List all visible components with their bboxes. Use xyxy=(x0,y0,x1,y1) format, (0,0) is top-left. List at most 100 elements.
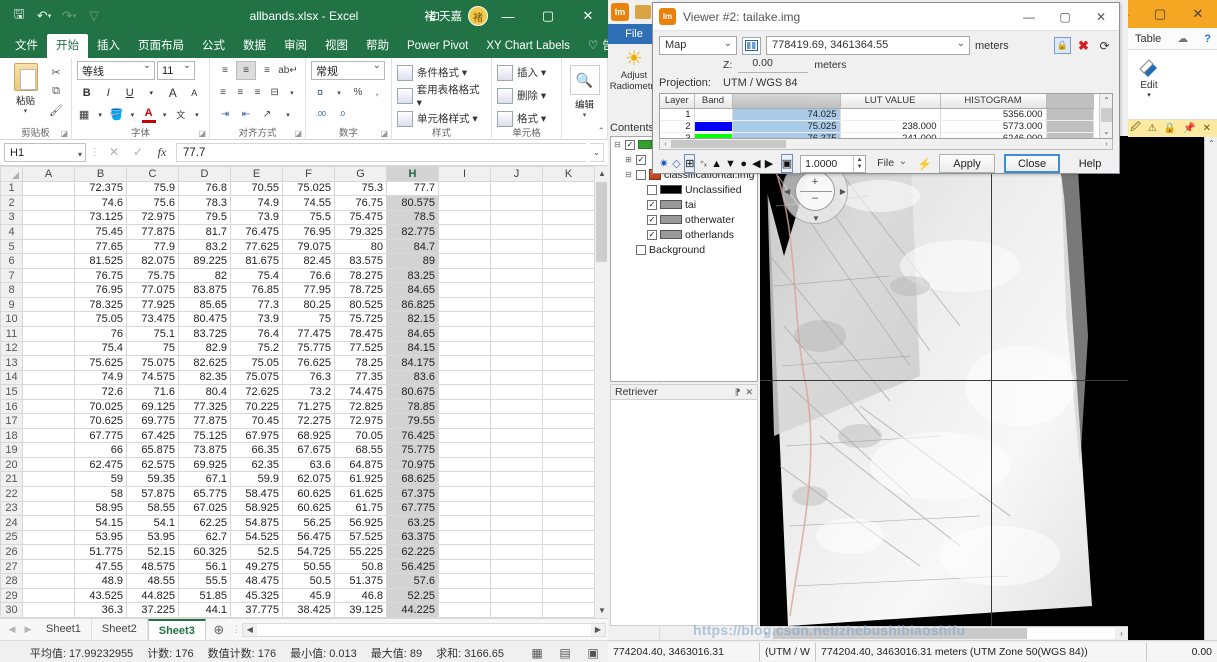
grid-cell[interactable] xyxy=(23,239,75,254)
grid-cell[interactable]: 62.575 xyxy=(127,457,179,472)
grid-cell[interactable] xyxy=(491,268,543,283)
bg-tab-table[interactable]: Table xyxy=(1135,33,1161,45)
grid-cell[interactable]: 82.35 xyxy=(179,370,231,385)
row-header-21[interactable]: 21 xyxy=(1,472,23,487)
left-triangle-icon[interactable]: ◀ xyxy=(752,154,762,173)
grid-cell[interactable]: 66.35 xyxy=(231,443,283,458)
viewport-scroll-right-icon[interactable]: › xyxy=(1115,629,1128,638)
row-header-7[interactable]: 7 xyxy=(1,268,23,283)
table-row[interactable]: 776.7575.758275.476.678.27583.25 xyxy=(1,268,595,283)
tab-review[interactable]: 审阅 xyxy=(275,34,316,58)
grid-cell[interactable]: 56.1 xyxy=(179,559,231,574)
grid-cell[interactable] xyxy=(491,530,543,545)
grid-cell[interactable]: 68.925 xyxy=(283,428,335,443)
grid-cell[interactable]: 58.475 xyxy=(231,487,283,502)
grid-cell[interactable]: 35.25 xyxy=(283,617,335,618)
grid-cell[interactable]: 77.525 xyxy=(335,341,387,356)
grid-cell[interactable] xyxy=(23,603,75,618)
grid-cell[interactable]: 54.15 xyxy=(75,516,127,531)
grid-cell[interactable]: 56.425 xyxy=(387,559,439,574)
grid-cell[interactable] xyxy=(23,399,75,414)
grid-cell[interactable] xyxy=(491,327,543,342)
increase-font-button[interactable]: A xyxy=(163,83,183,102)
row-header-17[interactable]: 17 xyxy=(1,414,23,429)
grid-cell[interactable]: 82 xyxy=(179,268,231,283)
band-table-row[interactable]: 376.375241.0006246.000 xyxy=(660,132,1094,139)
grid-cell[interactable]: 77.95 xyxy=(283,283,335,298)
grid-cell[interactable]: 63.25 xyxy=(387,516,439,531)
confirm-entry-icon[interactable]: ✓ xyxy=(128,143,148,162)
grid-cell[interactable]: 83.6 xyxy=(387,370,439,385)
grid-cell[interactable]: 75.775 xyxy=(283,341,335,356)
band-table-hscroll[interactable]: ‹ › xyxy=(659,139,1113,150)
grid-cell[interactable]: 71.275 xyxy=(283,399,335,414)
grid-cell[interactable] xyxy=(23,487,75,502)
conditional-formatting-button[interactable]: 条件格式 ▾ xyxy=(397,61,486,84)
grid-cell[interactable]: 48.475 xyxy=(231,574,283,589)
band-table-header[interactable] xyxy=(1046,94,1094,108)
grid-cell[interactable]: 78.5 xyxy=(387,210,439,225)
grid-cell[interactable]: 73.475 xyxy=(127,312,179,327)
grid-cell[interactable]: 75.5 xyxy=(283,210,335,225)
grid-cell[interactable]: 82.9 xyxy=(179,341,231,356)
row-header-3[interactable]: 3 xyxy=(1,210,23,225)
grid-cell[interactable] xyxy=(23,574,75,589)
font-color-caret-icon[interactable]: ▾ xyxy=(158,105,172,124)
grid-cell[interactable]: 67.375 xyxy=(387,487,439,502)
column-header-D[interactable]: D xyxy=(179,167,231,182)
grid-cell[interactable]: 74.9 xyxy=(75,370,127,385)
grid-cell[interactable]: 70.975 xyxy=(387,457,439,472)
grid-cell[interactable] xyxy=(23,341,75,356)
grid-cell[interactable]: 75.025 xyxy=(283,181,335,196)
grid-cell[interactable]: 75.725 xyxy=(335,312,387,327)
tab-power-pivot[interactable]: Power Pivot xyxy=(398,34,477,58)
viewport-scroll-left-icon[interactable]: ‹ xyxy=(760,629,773,638)
grid-cell[interactable]: 76.625 xyxy=(283,356,335,371)
grid-cell[interactable] xyxy=(23,501,75,516)
row-header-14[interactable]: 14 xyxy=(1,370,23,385)
grid-cell[interactable] xyxy=(23,457,75,472)
grid-cell[interactable] xyxy=(543,574,595,589)
minimize-icon[interactable]: — xyxy=(488,0,528,32)
column-header-K[interactable]: K xyxy=(543,167,595,182)
grid-cell[interactable]: 55.225 xyxy=(335,545,387,560)
grid-cell[interactable]: 73.9 xyxy=(231,210,283,225)
grid-cell[interactable] xyxy=(439,254,491,269)
row-header-19[interactable]: 19 xyxy=(1,443,23,458)
grid-cell[interactable]: 79.5 xyxy=(179,210,231,225)
number-format-select[interactable]: 常规 xyxy=(311,61,385,80)
grid-cell[interactable]: 53.95 xyxy=(75,530,127,545)
table-row[interactable]: 274.675.678.374.974.5576.7580.575 xyxy=(1,196,595,211)
grid-cell[interactable]: 57.875 xyxy=(127,487,179,502)
pin-icon[interactable]: 📌 xyxy=(1183,123,1195,134)
grid-cell[interactable]: 83.875 xyxy=(179,283,231,298)
grid-cell[interactable]: 62.075 xyxy=(283,472,335,487)
row-header-6[interactable]: 6 xyxy=(1,254,23,269)
grid-cell[interactable]: 70.45 xyxy=(231,414,283,429)
table-row[interactable]: 2358.9558.5567.02558.92560.62561.7567.77… xyxy=(1,501,595,516)
background-pane-scrollbar[interactable]: ⌃ xyxy=(1204,137,1217,662)
grid-cell[interactable]: 59 xyxy=(75,472,127,487)
grid-cell[interactable]: 77.3 xyxy=(231,297,283,312)
grid-cell[interactable]: 75 xyxy=(127,341,179,356)
row-header-28[interactable]: 28 xyxy=(1,574,23,589)
grid-cell[interactable] xyxy=(491,559,543,574)
grid-cell[interactable] xyxy=(543,341,595,356)
align-top-icon[interactable]: ≡ xyxy=(215,61,235,80)
column-header-J[interactable]: J xyxy=(491,167,543,182)
grid-cell[interactable]: 69.775 xyxy=(127,414,179,429)
row-header-23[interactable]: 23 xyxy=(1,501,23,516)
row-header-11[interactable]: 11 xyxy=(1,327,23,342)
apply-button[interactable]: Apply xyxy=(939,154,995,173)
grid-cell[interactable]: 78.85 xyxy=(387,399,439,414)
font-name-select[interactable]: 等线 xyxy=(77,61,155,80)
fill-caret-icon[interactable]: ▾ xyxy=(125,105,139,124)
cut-icon[interactable]: ✂ xyxy=(46,64,66,81)
wrap-text-icon[interactable]: ab↵ xyxy=(278,61,298,80)
sheet-tab-sheet2[interactable]: Sheet2 xyxy=(92,619,148,640)
grid-cell[interactable] xyxy=(439,588,491,603)
grid-horizontal-scrollbar[interactable]: ◀ ▶ xyxy=(242,623,606,637)
table-row[interactable]: 1572.671.680.472.62573.274.47580.675 xyxy=(1,385,595,400)
grid-cell[interactable] xyxy=(491,487,543,502)
table-row[interactable]: 1867.77567.42575.12567.97568.92570.0576.… xyxy=(1,428,595,443)
